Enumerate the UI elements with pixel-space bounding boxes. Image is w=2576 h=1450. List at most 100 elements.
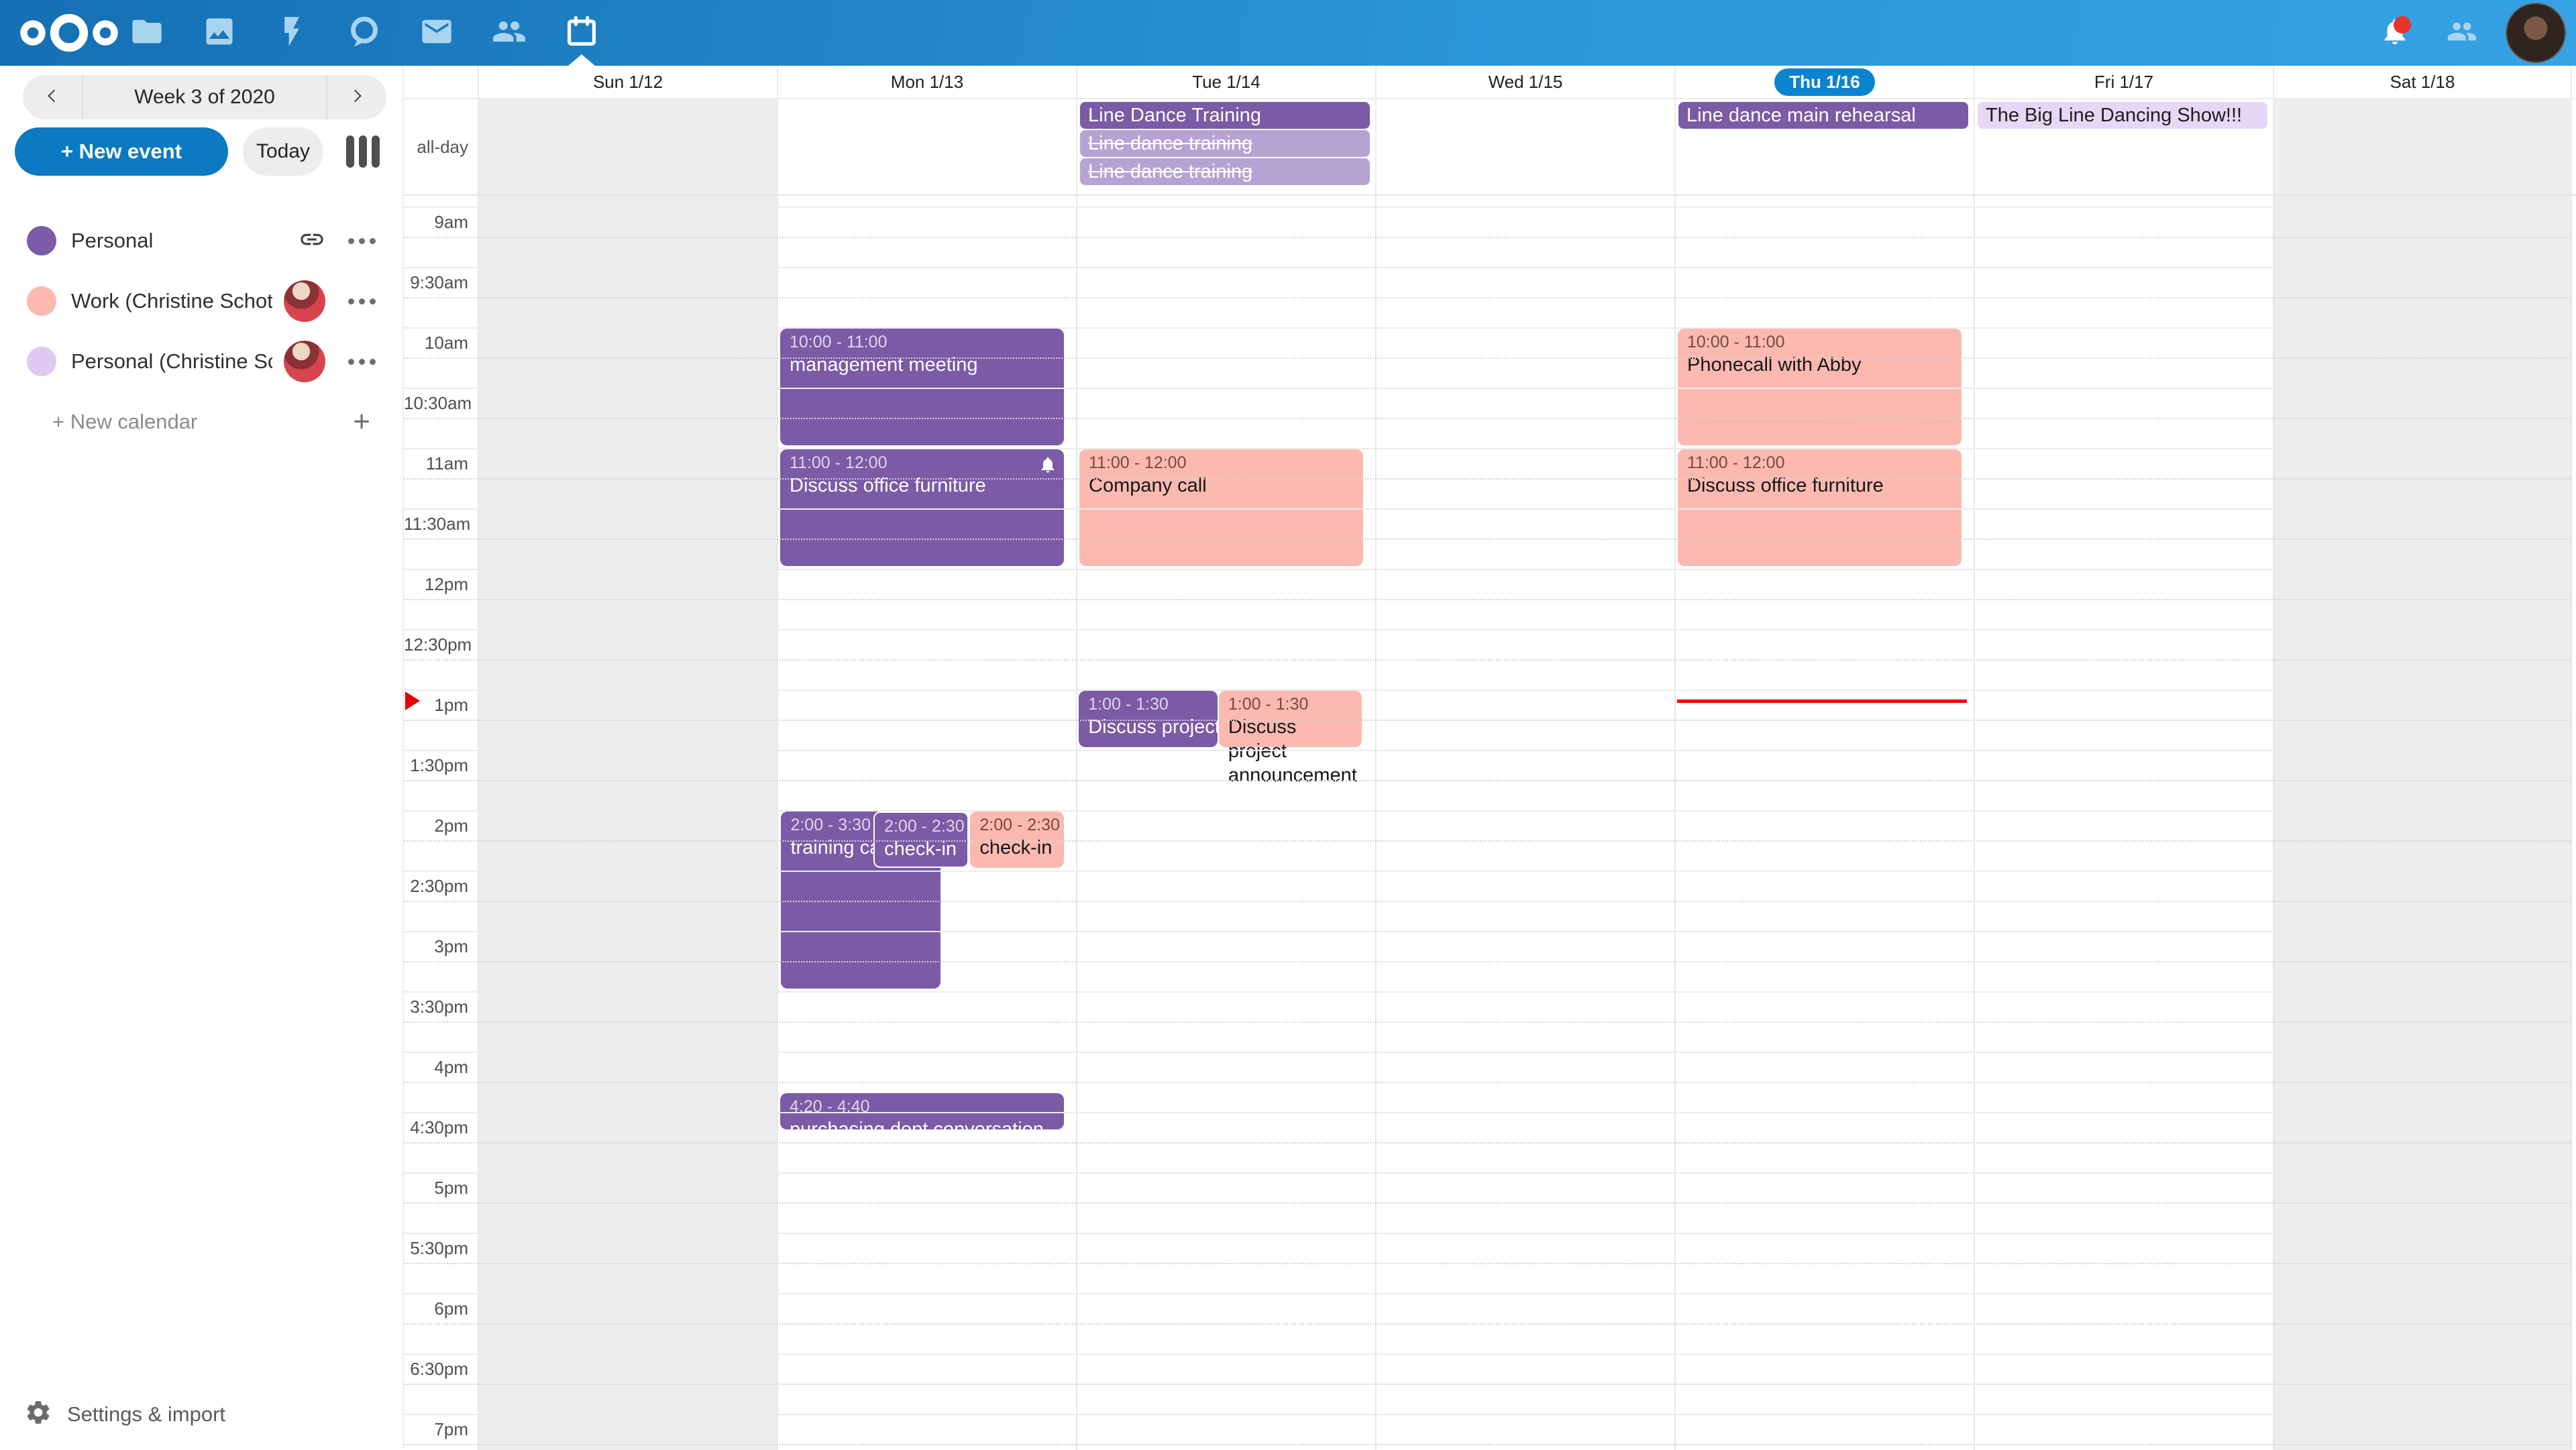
event-time: 4:20 - 4:40 [790,1096,1057,1117]
calendar-owner-avatar [284,341,325,382]
day-header-sat-1-18[interactable]: Sat 1/18 [2273,66,2572,98]
allday-cell-sat-1-18[interactable] [2273,99,2572,194]
event-check-in[interactable]: 2:00 - 2:30check-in [970,812,1064,868]
quarter-line [404,599,2571,600]
sidebar-calendar-personal-christine-scho[interactable]: Personal (Christine Scho... [0,331,402,392]
day-header-wed-1-15[interactable]: Wed 1/15 [1375,66,1674,98]
allday-event[interactable]: Line dance training [1080,158,1370,185]
day-header-tue-1-14[interactable]: Tue 1/14 [1076,66,1375,98]
hour-line [404,1233,2571,1234]
allday-event[interactable]: The Big Line Dancing Show!!! [1978,102,2267,129]
allday-cell-mon-1-13[interactable] [777,99,1076,194]
day-header-sun-1-12[interactable]: Sun 1/12 [478,66,777,98]
sidebar-calendar-personal[interactable]: Personal [0,211,402,271]
allday-event[interactable]: Line dance main rehearsal [1678,102,1968,129]
allday-cell-sun-1-12[interactable] [478,99,777,194]
day-column-mon-1-13[interactable]: 10:00 - 11:00management meeting11:00 - 1… [777,196,1076,1450]
event-purchasing-dept-conversation[interactable]: 4:20 - 4:40purchasing dept conversation [780,1093,1064,1129]
hour-line [404,388,2571,389]
previous-week-button[interactable] [23,75,83,119]
hour-line [404,991,2571,993]
folder-icon [129,14,164,52]
settings-button[interactable]: Settings & import [24,1398,225,1430]
top-bar [0,0,2576,66]
app-talk[interactable] [328,0,400,66]
event-company-call[interactable]: 11:00 - 12:00Company call [1079,449,1363,566]
contacts-icon [2447,16,2477,50]
app-calendar[interactable] [545,0,618,66]
event-title: purchasing dept conversation [790,1117,1057,1129]
allday-event[interactable]: Line dance training [1080,130,1370,157]
user-avatar-button[interactable] [2496,0,2576,66]
time-grid: 10:00 - 11:00management meeting11:00 - 1… [404,196,2576,1450]
event-discuss-project-announcement[interactable]: 1:00 - 1:30Discuss project announcement [1079,691,1217,747]
quarter-line [404,1263,2571,1264]
next-week-button[interactable] [326,75,386,119]
quarter-line [404,539,2571,540]
calendar-color-dot [27,226,56,256]
sidebar-calendar-work-christine-schott[interactable]: Work (Christine Schott) [0,271,402,331]
more-options-icon[interactable] [348,298,376,304]
today-button[interactable]: Today [243,127,323,176]
view-toggle-icon[interactable] [346,135,380,168]
hour-line [404,569,2571,570]
day-column-thu-1-16[interactable]: 10:00 - 11:00Phonecall with Abby11:00 - … [1674,196,1974,1450]
event-management-meeting[interactable]: 10:00 - 11:00management meeting [780,329,1064,445]
day-header-fri-1-17[interactable]: Fri 1/17 [1974,66,2273,98]
day-header-thu-1-16[interactable]: Thu 1/16 [1674,66,1974,98]
app-mail[interactable] [400,0,473,66]
day-column-fri-1-17[interactable] [1974,196,2273,1450]
event-check-in[interactable]: 2:00 - 2:30check-in [873,812,969,868]
time-label: 9:30am [404,272,468,293]
talk-icon [347,14,382,52]
day-header-mon-1-13[interactable]: Mon 1/13 [777,66,1076,98]
quarter-line [404,478,2571,480]
notifications-button[interactable] [2361,0,2428,66]
new-calendar-button[interactable]: + New calendar+ [0,392,402,452]
allday-cell-fri-1-17[interactable]: The Big Line Dancing Show!!! [1974,99,2273,194]
nextcloud-logo[interactable] [19,12,119,57]
time-label: 5:30pm [404,1238,468,1259]
event-discuss-project-announcement[interactable]: 1:00 - 1:30Discuss project announcement [1219,691,1362,747]
gutter-spacer [404,66,478,98]
hour-line [404,207,2571,208]
day-column-sat-1-18[interactable] [2273,196,2572,1450]
allday-event[interactable]: Line Dance Training [1080,102,1370,129]
hour-line [404,1172,2571,1174]
app-photos[interactable] [183,0,256,66]
allday-cell-tue-1-14[interactable]: Line Dance TrainingLine dance trainingLi… [1076,99,1375,194]
time-label: 11:30am [404,514,468,535]
event-phonecall-with-abby[interactable]: 10:00 - 11:00Phonecall with Abby [1678,329,1962,445]
chevron-right-icon [348,87,366,108]
time-label: 11am [404,453,468,474]
hour-line [404,448,2571,449]
app-contacts[interactable] [473,0,545,66]
share-link-icon[interactable] [299,226,325,256]
week-label[interactable]: Week 3 of 2020 [83,86,326,109]
event-time: 11:00 - 12:00 [790,452,1057,473]
more-options-icon[interactable] [348,238,376,244]
quarter-line [404,961,2571,962]
time-label: 5pm [404,1178,468,1198]
reminder-bell-icon [1038,455,1057,478]
event-discuss-office-furniture[interactable]: 11:00 - 12:00Discuss office furniture [780,449,1064,566]
new-event-button[interactable]: + New event [15,127,228,176]
calendar-view: Sun 1/12Mon 1/13Tue 1/14Wed 1/15Thu 1/16… [402,66,2576,1449]
more-options-icon[interactable] [348,359,376,365]
contacts-menu-button[interactable] [2428,0,2496,66]
day-column-sun-1-12[interactable] [478,196,777,1450]
day-column-wed-1-15[interactable] [1375,196,1674,1450]
day-column-tue-1-14[interactable]: 11:00 - 12:00Company call 1:00 - 1:30Disc… [1076,196,1375,1450]
hour-line [404,267,2571,268]
gear-icon [24,1398,52,1430]
time-label: 1:30pm [404,755,468,776]
calendar-color-dot [27,347,56,376]
calendar-name: Personal (Christine Scho... [71,349,272,374]
app-files[interactable] [111,0,183,66]
quarter-line [404,780,2571,781]
event-time: 2:00 - 2:30 [979,814,1057,836]
allday-cell-thu-1-16[interactable]: Line dance main rehearsal [1674,99,1974,194]
app-activity[interactable] [256,0,328,66]
event-discuss-office-furniture[interactable]: 11:00 - 12:00Discuss office furniture [1678,449,1962,566]
allday-cell-wed-1-15[interactable] [1375,99,1674,194]
